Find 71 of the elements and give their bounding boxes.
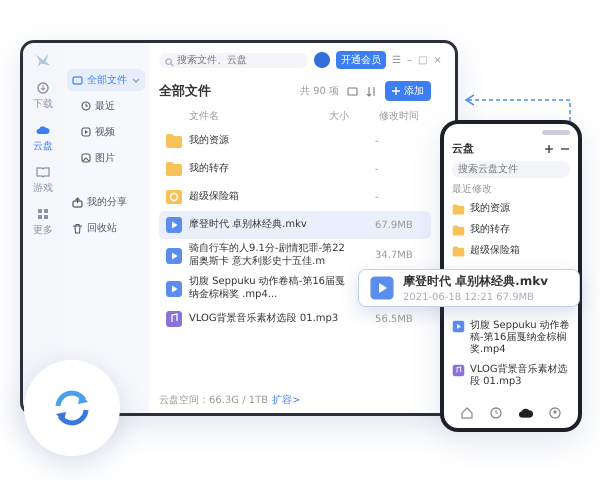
chevron-icon xyxy=(132,76,140,84)
book-icon xyxy=(36,165,50,179)
file-row[interactable]: VLOG背景音乐素材选段 01.mp3 56.5MB xyxy=(159,305,431,333)
search-field[interactable]: 搜索文件、云盘 xyxy=(159,52,308,68)
share-icon xyxy=(72,196,83,208)
file-row[interactable]: 我的资源 xyxy=(452,199,570,220)
file-size: 67.9MB xyxy=(375,220,414,230)
file-name: 超级保险箱 xyxy=(470,245,520,257)
music-file-icon xyxy=(165,310,183,328)
trash-icon xyxy=(72,222,83,234)
download-icon xyxy=(36,81,50,95)
file-size: - xyxy=(375,136,380,146)
membership-button[interactable]: 开通会员 xyxy=(336,51,386,69)
video-file-icon xyxy=(165,280,183,298)
file-row[interactable]: 摩登时代 卓别林经典.mkv 67.9MB xyxy=(159,211,431,239)
file-size: - xyxy=(375,192,380,202)
video-file-icon xyxy=(369,275,395,301)
file-name: 我的资源 xyxy=(189,134,230,148)
file-row[interactable]: 我的转存 - xyxy=(159,155,431,183)
expand-storage-link[interactable]: 扩容> xyxy=(272,393,300,407)
file-name: 切腹 Seppuku 动作卷稿-第16届戛纳金棕榈奖.mp4 xyxy=(470,320,570,356)
add-button[interactable]: 添加 xyxy=(385,81,431,101)
video-file-icon xyxy=(165,246,183,264)
file-name: 我的转存 xyxy=(189,162,230,176)
safe-icon xyxy=(165,188,183,206)
plus-icon xyxy=(392,87,400,95)
phone-title: 云盘 xyxy=(452,141,475,156)
plus-icon[interactable] xyxy=(544,144,554,154)
search-field[interactable]: 搜索云盘文件 xyxy=(452,161,570,178)
nav-item[interactable]: 图片 xyxy=(67,147,145,169)
file-name: VLOG背景音乐素材选段 01.mp3 xyxy=(189,312,340,326)
file-name: VLOG背景音乐素材选段 01.mp3 xyxy=(470,364,569,388)
nav-item[interactable]: 我的分享 xyxy=(67,191,145,213)
nav-item[interactable]: 视频 xyxy=(67,121,145,143)
file-size: - xyxy=(375,164,380,174)
clock-icon[interactable] xyxy=(489,406,504,420)
file-name: 摩登时代 卓别林经典.mkv xyxy=(403,273,548,290)
file-name: 我的转存 xyxy=(470,224,510,236)
item-count: 共 90 项 xyxy=(300,84,339,98)
clock-icon xyxy=(81,101,91,111)
image-icon xyxy=(81,153,91,163)
file-name: 我的资源 xyxy=(470,203,510,215)
file-name: 骑自行车的人9.1分-剧情犯罪-第22届奥斯卡 意大利影史十五佳.m xyxy=(189,243,346,268)
file-details: 2021-06-18 12:21 67.9MB xyxy=(403,292,536,303)
sidebar-tab[interactable]: 云盘 xyxy=(33,123,53,153)
file-name: 切腹 Seppuku 动作卷稿-第16届戛纳金棕榈奖 .mp4... xyxy=(189,276,346,301)
storage-usage: 云盘空间：66.3G / 1TB xyxy=(159,394,268,407)
page-title: 全部文件 xyxy=(159,82,212,100)
nav-item[interactable]: 最近 xyxy=(67,95,145,117)
video-file-icon xyxy=(165,216,183,234)
file-row[interactable]: 切腹 Seppuku 动作卷稿-第16届戛纳金棕榈奖.mp4 xyxy=(452,316,570,360)
video-file-icon xyxy=(452,320,465,333)
nav-item[interactable]: 回收站 xyxy=(67,217,145,239)
file-row[interactable]: VLOG背景音乐素材选段 01.mp3 xyxy=(452,360,570,392)
file-name: 超级保险箱 xyxy=(189,190,240,204)
file-size: 56.5MB xyxy=(375,314,414,324)
file-row[interactable]: 骑自行车的人9.1分-剧情犯罪-第22届奥斯卡 意大利影史十五佳.m 34.7MB xyxy=(159,239,431,272)
sort-icon[interactable] xyxy=(366,86,377,96)
music-file-icon xyxy=(452,364,465,377)
file-row[interactable]: 我的转存 xyxy=(452,220,570,241)
play-icon xyxy=(81,127,91,137)
file-row[interactable]: 超级保险箱 xyxy=(452,241,570,262)
home-icon[interactable] xyxy=(460,406,474,420)
folder-outline-icon xyxy=(72,74,83,86)
file-name: 摩登时代 卓别林经典.mkv xyxy=(189,218,308,232)
file-row[interactable]: 我的资源 - xyxy=(159,127,431,155)
grid-icon xyxy=(36,207,50,221)
file-row[interactable]: 超级保险箱 - xyxy=(159,183,431,211)
cloud-icon[interactable] xyxy=(518,406,533,420)
avatar[interactable] xyxy=(314,52,330,68)
file-size: 34.7MB xyxy=(375,250,414,261)
